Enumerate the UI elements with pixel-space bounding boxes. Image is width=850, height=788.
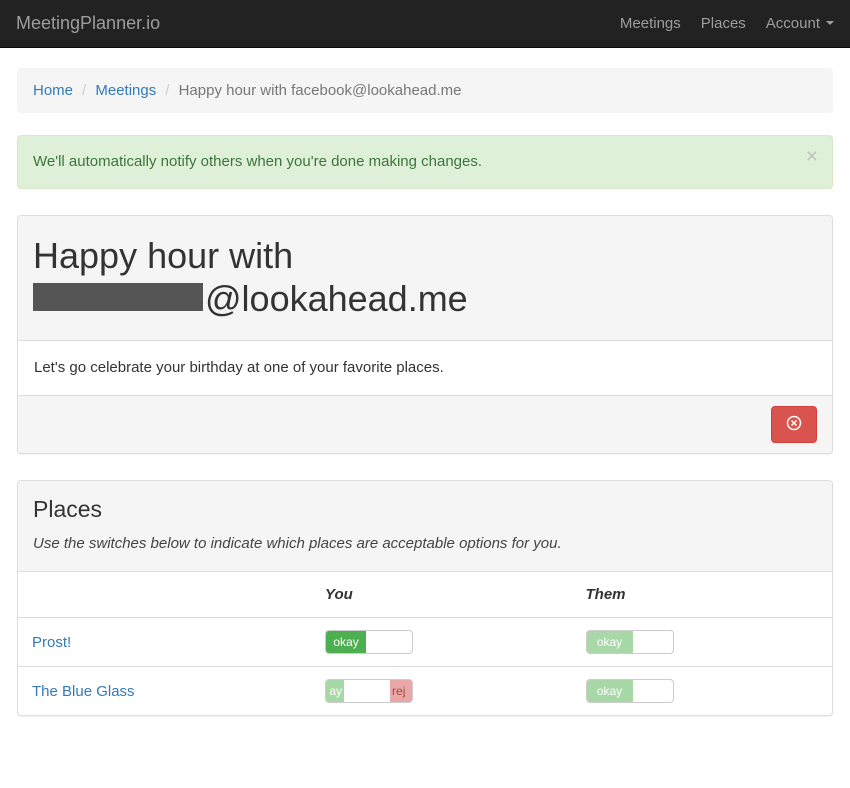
col-you: You — [311, 572, 571, 618]
nav-meetings[interactable]: Meetings — [620, 13, 681, 34]
redacted-block — [33, 283, 203, 311]
place-link[interactable]: Prost! — [32, 634, 71, 651]
switch-on-label: okay — [587, 680, 633, 702]
meeting-panel: Happy hour with @lookahead.me Let's go c… — [17, 215, 833, 454]
alert-message: We'll automatically notify others when y… — [33, 153, 482, 170]
alert-success: We'll automatically notify others when y… — [17, 135, 833, 188]
navbar-brand[interactable]: MeetingPlanner.io — [16, 11, 160, 37]
cancel-circle-icon — [786, 415, 802, 434]
switch-you[interactable]: okay — [325, 630, 413, 654]
switch-left-label: ay — [326, 680, 344, 702]
nav-places[interactable]: Places — [701, 13, 746, 34]
nav-account-label: Account — [766, 13, 820, 34]
breadcrumb: Home Meetings Happy hour with facebook@l… — [17, 68, 833, 113]
switch-on-label: okay — [587, 631, 633, 653]
navbar: MeetingPlanner.io Meetings Places Accoun… — [0, 0, 850, 48]
chevron-down-icon — [826, 21, 834, 25]
places-hint: Use the switches below to indicate which… — [33, 535, 562, 552]
switch-right-label: rej — [390, 680, 412, 702]
places-heading: Places Use the switches below to indicat… — [18, 481, 832, 572]
breadcrumb-meetings[interactable]: Meetings — [95, 82, 156, 99]
table-row: The Blue Glass ay rej okay — [18, 667, 832, 716]
meeting-heading: Happy hour with @lookahead.me — [18, 216, 832, 341]
col-them: Them — [572, 572, 833, 618]
switch-them[interactable]: okay — [586, 630, 674, 654]
places-table: You Them Prost! okay okay — [18, 572, 832, 715]
place-link[interactable]: The Blue Glass — [32, 683, 135, 700]
alert-close-button[interactable]: × — [806, 146, 818, 167]
places-title: Places — [33, 493, 817, 526]
table-row: Prost! okay okay — [18, 618, 832, 667]
switch-handle — [344, 680, 390, 702]
nav-account-dropdown[interactable]: Account — [766, 13, 834, 34]
delete-button[interactable] — [771, 406, 817, 443]
breadcrumb-current: Happy hour with facebook@lookahead.me — [156, 80, 461, 101]
switch-you[interactable]: ay rej — [325, 679, 413, 703]
switch-on-label: okay — [326, 631, 366, 653]
places-panel: Places Use the switches below to indicat… — [17, 480, 833, 717]
col-place — [18, 572, 311, 618]
navbar-nav: Meetings Places Account — [600, 13, 834, 34]
meeting-title-suffix: @lookahead.me — [205, 278, 468, 319]
meeting-title: Happy hour with @lookahead.me — [33, 234, 817, 320]
meeting-description: Let's go celebrate your birthday at one … — [18, 341, 832, 394]
meeting-footer — [18, 395, 832, 453]
switch-them[interactable]: okay — [586, 679, 674, 703]
meeting-title-prefix: Happy hour with — [33, 235, 293, 276]
breadcrumb-home[interactable]: Home — [33, 82, 73, 99]
